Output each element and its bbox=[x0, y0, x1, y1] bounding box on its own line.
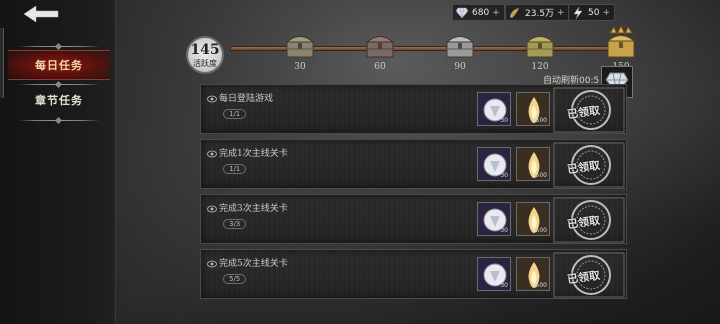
horn-icon bbox=[509, 7, 520, 18]
reward-slot[interactable]: 30 bbox=[477, 257, 511, 291]
reward-qty: 30 bbox=[500, 227, 508, 234]
reward-qty: 3500 bbox=[531, 117, 547, 124]
back-button[interactable] bbox=[22, 4, 62, 24]
task-row: 完成3次主线关卡 3/3 30 3500 已领取 bbox=[200, 194, 627, 244]
currency-diamond[interactable]: 680 + bbox=[452, 4, 505, 21]
sidebar-edge bbox=[0, 28, 4, 98]
sidebar-divider bbox=[18, 120, 100, 121]
task-row: 完成5次主线关卡 5/5 30 3500 已领取 bbox=[200, 249, 627, 299]
chest-120[interactable] bbox=[524, 31, 556, 59]
task-progress: 3/3 bbox=[223, 219, 247, 229]
treasure-chest-icon bbox=[365, 36, 395, 58]
reward-slot[interactable]: 3500 bbox=[516, 147, 550, 181]
ornate-chest-icon bbox=[606, 24, 636, 58]
lightning-icon bbox=[573, 6, 583, 19]
task-progress: 1/1 bbox=[223, 164, 247, 174]
task-progress: 1/1 bbox=[223, 109, 247, 119]
reward-qty: 3500 bbox=[531, 227, 547, 234]
currency-diamond-value: 680 bbox=[472, 7, 490, 18]
reward-qty: 3500 bbox=[531, 172, 547, 179]
task-title: 完成1次主线关卡 bbox=[219, 149, 288, 159]
reward-slot[interactable]: 3500 bbox=[516, 257, 550, 291]
chest-90[interactable] bbox=[444, 31, 476, 59]
chest-150[interactable] bbox=[604, 24, 638, 59]
treasure-chest-icon bbox=[445, 36, 475, 58]
back-arrow-icon bbox=[23, 5, 59, 23]
currency-diamond-plus[interactable]: + bbox=[492, 8, 500, 18]
task-row: 完成1次主线关卡 1/1 30 3500 已领取 bbox=[200, 139, 627, 189]
task-title: 完成5次主线关卡 bbox=[219, 259, 288, 269]
task-title: 完成3次主线关卡 bbox=[219, 204, 288, 214]
chest-30[interactable] bbox=[284, 31, 316, 59]
sidebar-divider bbox=[18, 46, 100, 47]
reward-slot[interactable]: 3500 bbox=[516, 92, 550, 126]
sidebar: 每日任务 章节任务 bbox=[0, 0, 116, 324]
reward-slot[interactable]: 3500 bbox=[516, 202, 550, 236]
milestone-label: 60 bbox=[374, 62, 386, 72]
claimed-stamp: 已领取 bbox=[553, 197, 625, 243]
reward-qty: 30 bbox=[500, 117, 508, 124]
activity-score: 145 bbox=[190, 42, 220, 58]
chest-60[interactable] bbox=[364, 31, 396, 59]
sidebar-divider bbox=[18, 84, 100, 85]
reward-qty: 30 bbox=[500, 172, 508, 179]
eye-icon bbox=[207, 205, 217, 213]
currency-horn-plus[interactable]: + bbox=[557, 8, 565, 18]
currency-horn-value: 23.5万 bbox=[525, 9, 555, 19]
reward-slot[interactable]: 30 bbox=[477, 147, 511, 181]
tab-daily-tasks[interactable]: 每日任务 bbox=[8, 50, 110, 80]
currency-stamina[interactable]: 50 + bbox=[568, 4, 615, 21]
reward-qty: 30 bbox=[500, 282, 508, 289]
task-title: 每日登陆游戏 bbox=[219, 94, 274, 104]
tab-chapter-tasks[interactable]: 章节任务 bbox=[8, 86, 110, 116]
currency-stamina-value: 50 bbox=[588, 7, 600, 18]
eye-icon bbox=[207, 95, 217, 103]
reward-slot[interactable]: 30 bbox=[477, 202, 511, 236]
diamond-icon bbox=[455, 7, 469, 18]
task-row: 每日登陆游戏 1/1 30 3500 已领取 bbox=[200, 84, 627, 134]
activity-score-badge: 145 活跃度 bbox=[186, 36, 224, 74]
currency-horn[interactable]: 23.5万 + bbox=[505, 4, 570, 21]
task-progress: 5/5 bbox=[223, 274, 247, 284]
milestone-label: 120 bbox=[531, 62, 549, 72]
claimed-stamp: 已领取 bbox=[553, 252, 625, 298]
milestone-label: 30 bbox=[294, 62, 306, 72]
activity-score-label: 活跃度 bbox=[193, 59, 217, 68]
treasure-chest-icon bbox=[525, 36, 555, 58]
claimed-stamp: 已领取 bbox=[553, 87, 625, 133]
currency-stamina-plus[interactable]: + bbox=[602, 8, 610, 18]
milestone-label: 90 bbox=[454, 62, 466, 72]
treasure-chest-icon bbox=[285, 36, 315, 58]
reward-qty: 3500 bbox=[531, 282, 547, 289]
reward-slot[interactable]: 30 bbox=[477, 92, 511, 126]
claimed-stamp: 已领取 bbox=[553, 142, 625, 188]
eye-icon bbox=[207, 260, 217, 268]
eye-icon bbox=[207, 150, 217, 158]
